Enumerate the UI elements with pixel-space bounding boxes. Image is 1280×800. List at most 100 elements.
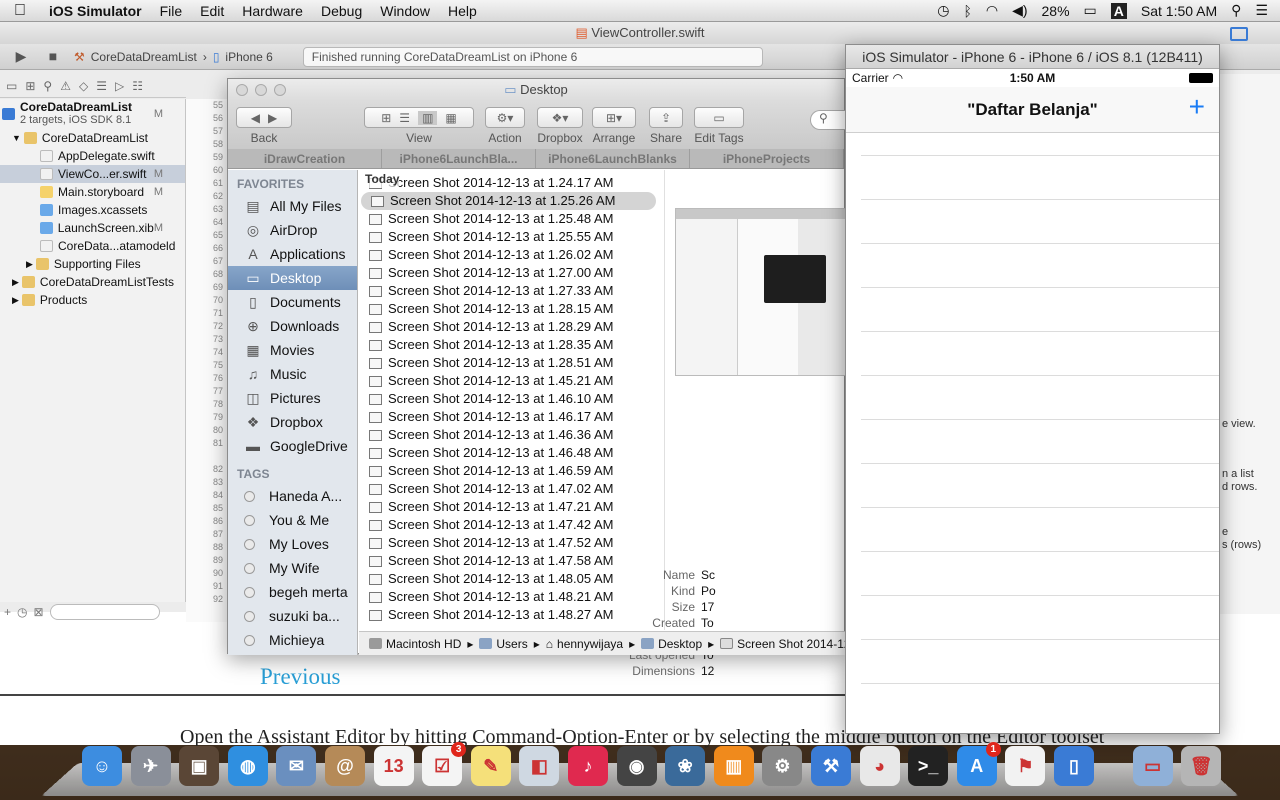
list-item[interactable]: Screen Shot 2014-12-13 at 1.46.36 AM [359, 426, 664, 444]
path-file[interactable]: Screen Shot 2014-12 [720, 637, 846, 651]
dock-chrome-icon[interactable]: ◕ [859, 746, 900, 786]
sidebar-tag[interactable]: suzuki ba... [228, 604, 357, 628]
nav-file-viewcontroller[interactable]: ViewCo...er.swift M [0, 165, 185, 183]
dock-terminal-icon[interactable]: >_ [908, 746, 949, 786]
tab-iphoneprojects[interactable]: iPhoneProjects [690, 149, 844, 168]
path-users[interactable]: Users [479, 637, 528, 651]
time-machine-icon[interactable]: ◷ [937, 2, 949, 19]
sidebar-item-all-my-files[interactable]: ▤ All My Files [228, 194, 357, 218]
dock-ibooks-icon[interactable]: ▥ [713, 746, 754, 786]
log-navigator-icon[interactable]: ☷ [132, 79, 143, 93]
list-item[interactable]: Screen Shot 2014-12-13 at 1.46.59 AM [359, 462, 664, 480]
edit-tags-button[interactable]: ▭ [694, 107, 744, 128]
list-item[interactable]: Screen Shot 2014-12-13 at 1.46.10 AM [359, 390, 664, 408]
dock-xcode-icon[interactable]: ⚒ [811, 746, 851, 786]
dock-notes-icon[interactable]: ✎ [470, 746, 511, 786]
debug-navigator-icon[interactable]: ☰ [96, 79, 107, 93]
spotlight-icon[interactable]: ⚲ [1231, 2, 1241, 19]
volume-icon[interactable]: ◀) [1012, 2, 1027, 19]
sidebar-item-googledrive[interactable]: ▬ GoogleDrive [228, 434, 357, 458]
list-item[interactable]: Screen Shot 2014-12-13 at 1.47.02 AM [359, 480, 664, 498]
dock-finder-icon[interactable]: ☺ [82, 746, 122, 786]
sidebar-item-desktop[interactable]: ▭ Desktop [228, 266, 357, 290]
nav-group-products[interactable]: ▶ Products [0, 291, 185, 309]
scheme-selector[interactable]: ⚒ CoreDataDreamList › ▯ iPhone 6 [74, 50, 273, 64]
list-item[interactable]: Screen Shot 2014-12-13 at 1.27.00 AM [359, 264, 664, 282]
sidebar-item-music[interactable]: ♫ Music [228, 362, 357, 386]
nav-file-storyboard[interactable]: Main.storyboard M [0, 183, 185, 201]
back-arrow-icon[interactable]: ◀ [251, 111, 260, 125]
stop-button[interactable]: ■ [42, 48, 64, 66]
battery-icon[interactable]: ▭ [1084, 2, 1097, 19]
back-forward-buttons[interactable]: ◀ ▶ [236, 107, 292, 128]
list-item[interactable]: Screen Shot 2014-12-13 at 1.25.26 AM [361, 192, 656, 210]
project-navigator-icon[interactable]: ▭ [6, 79, 17, 93]
notification-center-icon[interactable]: ☰ [1255, 2, 1268, 19]
sidebar-item-documents[interactable]: ▯ Documents [228, 290, 357, 314]
sidebar-tag[interactable]: My Wife [228, 556, 357, 580]
action-button[interactable]: ⚙▾ [485, 107, 525, 128]
input-source-icon[interactable]: A [1110, 2, 1127, 19]
tab-iphone6launchbla[interactable]: iPhone6LaunchBla... [382, 149, 536, 168]
dock-calendar-icon[interactable]: 13 [373, 746, 414, 786]
wifi-icon[interactable]: ◠ [986, 2, 998, 19]
dock-app-store-icon[interactable]: A1 [956, 742, 1001, 786]
nav-project-root[interactable]: CoreDataDreamList 2 targets, iOS SDK 8.1… [0, 99, 185, 129]
dock-contacts-icon[interactable]: @ [325, 746, 365, 786]
previous-link[interactable]: Previous [260, 664, 341, 690]
menu-debug[interactable]: Debug [312, 0, 371, 22]
tab-iphone6launchblanks[interactable]: iPhone6LaunchBlanks [536, 149, 690, 168]
disclosure-closed-icon[interactable]: ▶ [26, 255, 33, 273]
add-file-icon[interactable]: + [4, 605, 11, 619]
dock-applications-folder-icon[interactable]: ▭ [1132, 746, 1173, 786]
menu-file[interactable]: File [151, 0, 192, 22]
dock-facetime-icon[interactable]: ◉ [616, 746, 657, 786]
disclosure-closed-icon[interactable]: ▶ [12, 291, 19, 309]
sidebar-tag[interactable]: My Loves [228, 532, 357, 556]
minimize-button[interactable] [255, 84, 267, 96]
path-macintosh-hd[interactable]: Macintosh HD [369, 637, 461, 651]
dock-ios-simulator-icon[interactable]: ▯ [1054, 746, 1094, 786]
sidebar-tag[interactable]: begeh merta [228, 580, 357, 604]
navigator-filter-input[interactable] [49, 604, 160, 620]
menu-edit[interactable]: Edit [191, 0, 233, 22]
list-item[interactable]: Screen Shot 2014-12-13 at 1.47.52 AM [359, 534, 664, 552]
nav-file-assets[interactable]: Images.xcassets [0, 201, 185, 219]
sidebar-item-dropbox[interactable]: ❖ Dropbox [228, 410, 357, 434]
menu-window[interactable]: Window [371, 0, 439, 22]
dock-preview-icon[interactable]: ◧ [519, 746, 560, 786]
dock-launchpad-icon[interactable]: ✈ [130, 746, 171, 786]
menu-hardware[interactable]: Hardware [233, 0, 312, 22]
dock-trash-icon[interactable]: 🗑 [1181, 746, 1222, 786]
dock-acrobat-icon[interactable]: ⚑ [1005, 746, 1046, 786]
list-item[interactable]: Screen Shot 2014-12-13 at 1.28.51 AM [359, 354, 664, 372]
nav-group-supporting[interactable]: ▶ Supporting Files [0, 255, 185, 273]
bluetooth-icon[interactable]: ᛒ [963, 3, 971, 19]
list-item[interactable]: Screen Shot 2014-12-13 at 1.46.17 AM [359, 408, 664, 426]
sidebar-item-applications[interactable]: A Applications [228, 242, 357, 266]
add-item-button[interactable]: + [1189, 91, 1205, 123]
icon-view-icon[interactable]: ⊞ [381, 111, 391, 125]
coverflow-view-icon[interactable]: ▦ [445, 111, 456, 125]
path-home[interactable]: ⌂ hennywijaya [546, 637, 623, 651]
list-item[interactable]: Screen Shot 2014-12-13 at 1.25.55 AM [359, 228, 664, 246]
list-item[interactable]: Screen Shot 2014-12-13 at 1.28.15 AM [359, 300, 664, 318]
battery-percent[interactable]: 28% [1042, 3, 1070, 19]
list-item[interactable]: Screen Shot 2014-12-13 at 1.46.48 AM [359, 444, 664, 462]
issue-navigator-icon[interactable]: ⚠ [60, 79, 71, 93]
sidebar-item-downloads[interactable]: ⊕ Downloads [228, 314, 357, 338]
disclosure-open-icon[interactable]: ▼ [12, 129, 21, 147]
shopping-list-table[interactable] [846, 133, 1219, 735]
utilities-toggle-icon[interactable] [1230, 27, 1248, 41]
close-button[interactable] [236, 84, 248, 96]
share-button[interactable]: ⇪ [649, 107, 683, 128]
path-desktop[interactable]: Desktop [641, 637, 702, 651]
finder-search-field[interactable]: ⚲ [810, 110, 846, 130]
view-mode-buttons[interactable]: ⊞ ☰ ▥ ▦ [364, 107, 474, 128]
test-navigator-icon[interactable]: ◇ [79, 79, 88, 93]
dock-safari-icon[interactable]: ◍ [227, 746, 268, 786]
sidebar-tag[interactable]: Michieya [228, 628, 357, 652]
nav-file-launchscreen[interactable]: LaunchScreen.xib M [0, 219, 185, 237]
column-view-icon[interactable]: ▥ [418, 110, 438, 125]
sidebar-tag[interactable]: You & Me [228, 508, 357, 532]
